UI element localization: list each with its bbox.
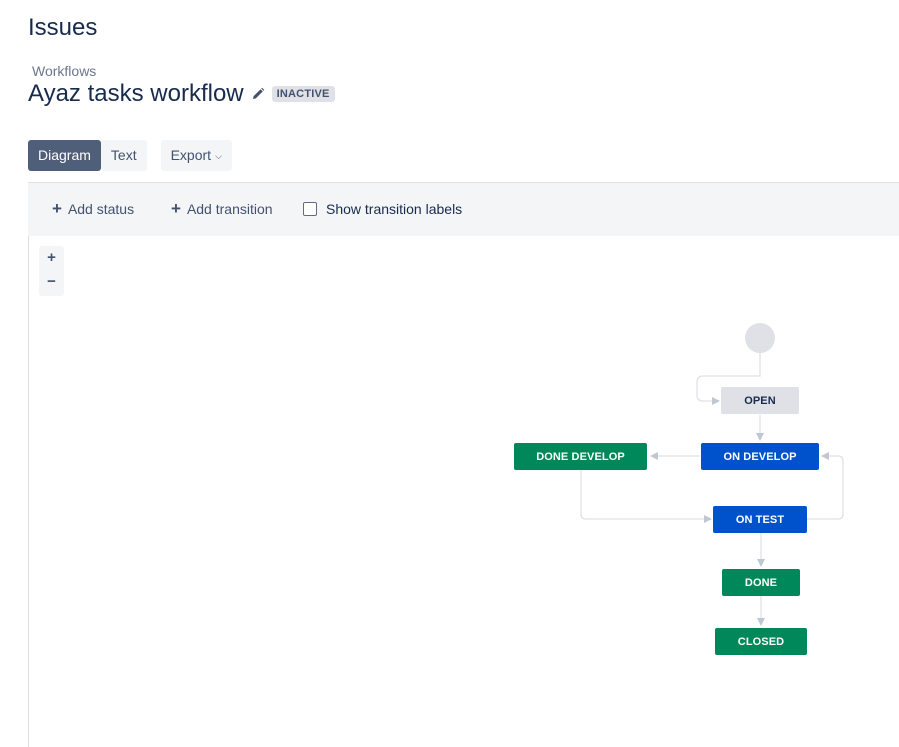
status-node-on-test[interactable]: ON TEST (713, 506, 807, 533)
add-status-label: Add status (67, 201, 135, 217)
diagram-toolbar: + Add status + Add transition Show trans… (28, 182, 899, 237)
status-node-open[interactable]: OPEN (721, 387, 799, 414)
show-labels-checkbox[interactable] (303, 202, 317, 216)
show-labels-label: Show transition labels (326, 201, 463, 217)
plus-icon: + (52, 199, 62, 218)
chevron-down-icon: ⌵ (215, 151, 222, 161)
add-transition-label: Add transition (186, 201, 273, 217)
add-transition-button[interactable]: + Add transition (171, 199, 273, 218)
view-tabs: Diagram Text Export ⌵ (28, 140, 232, 171)
status-node-on-develop[interactable]: ON DEVELOP (701, 443, 819, 470)
export-dropdown[interactable]: Export ⌵ (160, 140, 232, 171)
show-transition-labels-toggle[interactable]: Show transition labels (303, 201, 462, 217)
breadcrumb-workflows[interactable]: Workflows (32, 63, 96, 79)
tab-text[interactable]: Text (100, 140, 147, 171)
status-node-closed[interactable]: CLOSED (715, 628, 807, 655)
workflow-name: Ayaz tasks workflow (28, 80, 244, 107)
page-title: Issues (28, 14, 98, 41)
pencil-icon[interactable] (250, 86, 266, 102)
status-node-done-develop[interactable]: DONE DEVELOP (514, 443, 647, 470)
workflow-canvas[interactable] (28, 236, 899, 747)
plus-icon: + (171, 199, 181, 218)
start-node[interactable] (745, 323, 775, 353)
tab-diagram[interactable]: Diagram (28, 140, 101, 171)
status-node-done[interactable]: DONE (722, 569, 800, 596)
zoom-controls: + − (39, 246, 64, 296)
status-badge: INACTIVE (271, 86, 335, 102)
export-label: Export (170, 147, 212, 163)
zoom-out-button[interactable]: − (39, 270, 64, 294)
workflow-title-row: Ayaz tasks workflow INACTIVE (28, 80, 335, 108)
add-status-button[interactable]: + Add status (52, 199, 135, 218)
zoom-in-button[interactable]: + (39, 246, 64, 270)
